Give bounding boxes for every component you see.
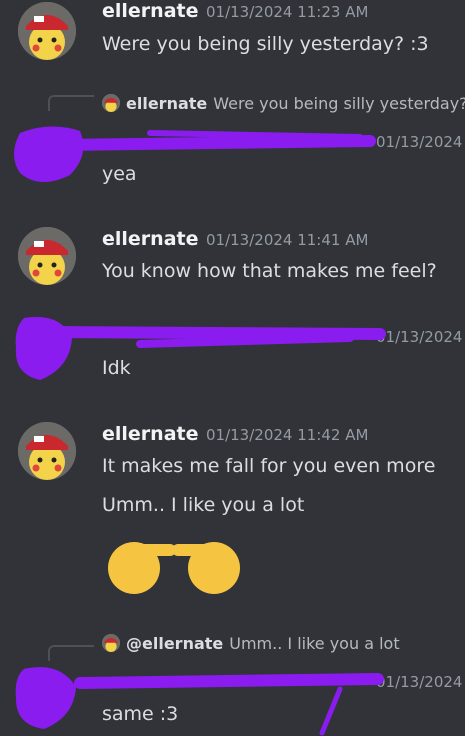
message-text: Idk — [102, 357, 131, 379]
reply-author: @ellernate — [126, 634, 224, 653]
redaction-scribble — [14, 126, 376, 183]
reply-preview[interactable]: ellernate Were you being silly yesterday?… — [102, 94, 465, 113]
message-author[interactable]: ellernate — [102, 228, 198, 250]
reply-text: Were you being silly yesterday? :3 — [213, 94, 465, 113]
reply-text: Umm.. I like you a lot — [229, 634, 400, 653]
avatar[interactable] — [18, 227, 76, 285]
message-text: same :3 — [102, 703, 179, 725]
avatar[interactable] — [18, 2, 76, 60]
reply-avatar — [102, 94, 120, 112]
message-author[interactable]: ellernate — [102, 423, 198, 445]
redaction-scribble — [15, 667, 384, 736]
message-timestamp: 01/13/2024 11:23 AM — [206, 3, 369, 21]
message-text: You know how that makes me feel? — [102, 260, 437, 282]
pointing-fingers-emoji — [108, 542, 240, 594]
message-timestamp: 01/13/2024 — [376, 133, 463, 151]
message-text: yea — [102, 163, 137, 185]
reply-author: ellernate — [126, 94, 208, 113]
message-timestamp: 01/13/2024 11:41 AM — [206, 231, 369, 249]
message-timestamp: 01/13/2024 — [376, 673, 463, 691]
avatar[interactable] — [18, 422, 76, 480]
message-timestamp: 01/13/2024 — [376, 328, 463, 346]
reply-preview[interactable]: @ellernate Umm.. I like you a lot — [102, 634, 465, 653]
message-text: Were you being silly yesterday? :3 — [102, 33, 429, 55]
reply-connector — [48, 645, 94, 661]
message-timestamp: 01/13/2024 11:42 AM — [206, 426, 369, 444]
reply-connector — [48, 95, 94, 111]
message-text: Umm.. I like you a lot — [102, 494, 305, 516]
reply-avatar — [102, 634, 120, 652]
message-text: It makes me fall for you even more — [102, 455, 436, 477]
redaction-scribble — [15, 316, 386, 380]
message-author[interactable]: ellernate — [102, 0, 198, 22]
